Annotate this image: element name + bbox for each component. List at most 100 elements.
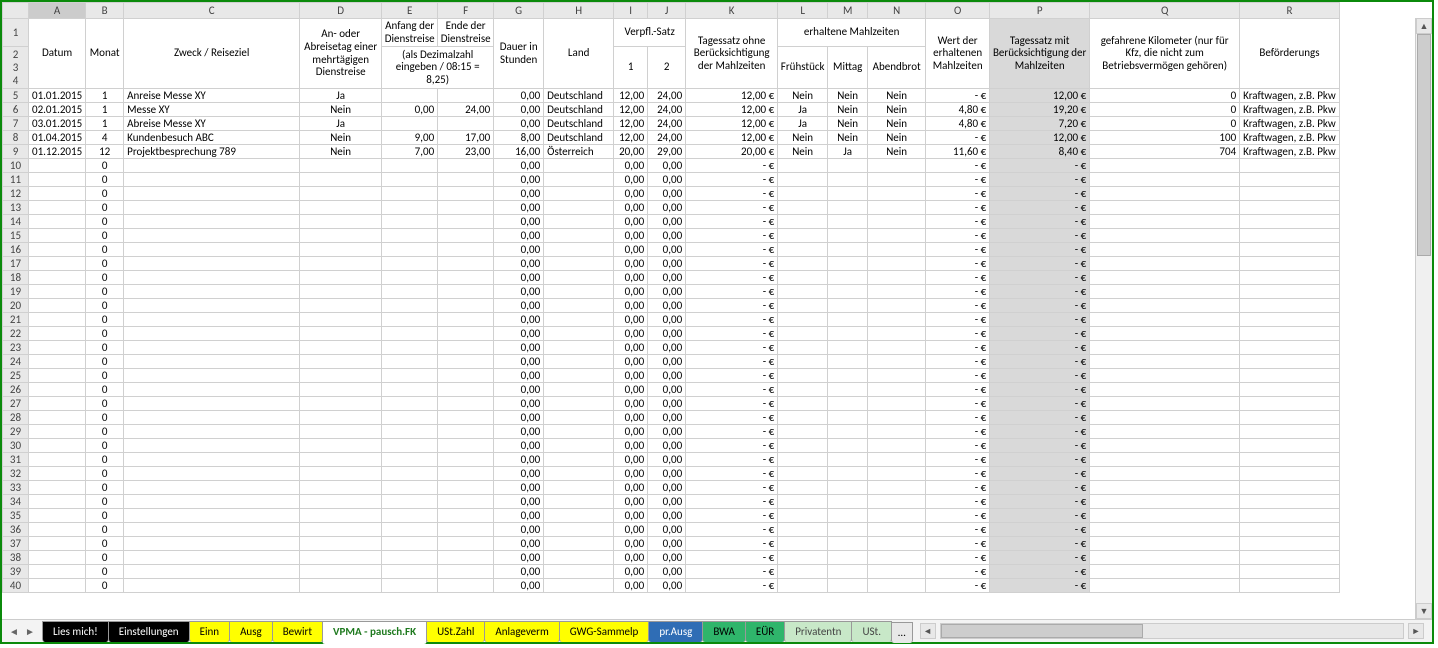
cell[interactable]: 0,00 [494, 117, 544, 131]
cell[interactable] [382, 579, 438, 593]
cell[interactable]: - € [686, 341, 778, 355]
cell[interactable] [1240, 355, 1340, 369]
table-row[interactable]: 901.12.201512Projektbesprechung 789Nein7… [3, 145, 1340, 159]
cell[interactable]: - € [926, 551, 990, 565]
cell[interactable] [124, 481, 300, 495]
cell[interactable]: 0,00 [494, 103, 544, 117]
cell[interactable]: - € [686, 229, 778, 243]
cell[interactable]: - € [686, 369, 778, 383]
cell[interactable] [828, 257, 868, 271]
row-header[interactable]: 6 [3, 103, 29, 117]
cell[interactable]: - € [926, 271, 990, 285]
cell[interactable] [300, 201, 382, 215]
cell[interactable] [382, 89, 438, 103]
cell[interactable]: 12,00 € [686, 117, 778, 131]
cell[interactable]: 7,00 [382, 145, 438, 159]
row-header[interactable]: 24 [3, 355, 29, 369]
cell[interactable]: 20,00 [614, 145, 648, 159]
cell[interactable] [300, 509, 382, 523]
cell[interactable]: - € [926, 453, 990, 467]
cell[interactable] [1090, 299, 1240, 313]
cell[interactable]: 12,00 € [686, 89, 778, 103]
cell[interactable]: Nein [868, 145, 926, 159]
cell[interactable] [544, 439, 614, 453]
cell[interactable] [124, 257, 300, 271]
cell[interactable]: 0 [86, 173, 124, 187]
cell[interactable]: 0,00 [494, 215, 544, 229]
cell[interactable] [438, 215, 494, 229]
cell[interactable]: - € [926, 243, 990, 257]
cell[interactable] [300, 467, 382, 481]
cell[interactable] [1090, 215, 1240, 229]
table-row[interactable]: 1400,000,000,00- €- €- € [3, 215, 1340, 229]
cell[interactable] [544, 369, 614, 383]
cell[interactable]: Nein [778, 145, 828, 159]
cell[interactable] [438, 299, 494, 313]
cell[interactable]: 0,00 [494, 327, 544, 341]
cell[interactable]: - € [990, 453, 1090, 467]
cell[interactable] [124, 523, 300, 537]
cell[interactable] [778, 523, 828, 537]
cell[interactable] [300, 257, 382, 271]
cell[interactable] [544, 313, 614, 327]
cell[interactable] [124, 229, 300, 243]
cell[interactable] [828, 523, 868, 537]
cell[interactable] [1090, 565, 1240, 579]
cell[interactable] [438, 173, 494, 187]
cell[interactable]: 0 [86, 299, 124, 313]
cell[interactable]: 1 [86, 117, 124, 131]
table-row[interactable]: 1500,000,000,00- €- €- € [3, 229, 1340, 243]
cell[interactable]: 0 [86, 243, 124, 257]
cell[interactable] [868, 537, 926, 551]
cell[interactable]: 0,00 [614, 579, 648, 593]
cell[interactable] [438, 327, 494, 341]
sheet-tab[interactable]: Lies mich! [42, 621, 109, 642]
cell[interactable]: Deutschland [544, 103, 614, 117]
cell[interactable] [124, 159, 300, 173]
cell[interactable] [438, 495, 494, 509]
cell[interactable] [1240, 327, 1340, 341]
cell[interactable]: - € [990, 425, 1090, 439]
cell[interactable] [29, 285, 86, 299]
cell[interactable] [382, 481, 438, 495]
cell[interactable] [124, 299, 300, 313]
row-header[interactable]: 10 [3, 159, 29, 173]
cell[interactable] [438, 243, 494, 257]
cell[interactable]: - € [990, 369, 1090, 383]
sheet-tab[interactable]: Einstellungen [108, 621, 190, 642]
row-header[interactable]: 18 [3, 271, 29, 285]
cell[interactable]: 0,00 [494, 495, 544, 509]
row-header[interactable]: 26 [3, 383, 29, 397]
column-header[interactable]: H [544, 3, 614, 19]
column-header[interactable]: J [648, 3, 686, 19]
cell[interactable] [828, 397, 868, 411]
cell[interactable] [1240, 173, 1340, 187]
cell[interactable] [124, 537, 300, 551]
cell[interactable] [1090, 187, 1240, 201]
cell[interactable]: 0,00 [648, 271, 686, 285]
cell[interactable]: - € [686, 383, 778, 397]
cell[interactable] [382, 159, 438, 173]
cell[interactable]: Deutschland [544, 131, 614, 145]
cell[interactable] [1240, 509, 1340, 523]
cell[interactable] [868, 453, 926, 467]
table-row[interactable]: 2800,000,000,00- €- €- € [3, 411, 1340, 425]
cell[interactable] [29, 187, 86, 201]
table-row[interactable]: 501.01.20151Anreise Messe XYJa0,00Deutsc… [3, 89, 1340, 103]
cell[interactable]: 0,00 [648, 229, 686, 243]
cell[interactable]: - € [686, 551, 778, 565]
cell[interactable] [382, 551, 438, 565]
row-header[interactable]: 39 [3, 565, 29, 579]
cell[interactable] [300, 285, 382, 299]
cell[interactable]: 0,00 [494, 229, 544, 243]
cell[interactable] [29, 397, 86, 411]
row-header[interactable]: 25 [3, 369, 29, 383]
cell[interactable]: 0,00 [648, 411, 686, 425]
cell[interactable] [828, 341, 868, 355]
cell[interactable]: 0,00 [614, 229, 648, 243]
cell[interactable] [438, 313, 494, 327]
cell[interactable]: 12,00 € [686, 131, 778, 145]
cell[interactable] [438, 579, 494, 593]
cell[interactable]: 0,00 [494, 579, 544, 593]
cell[interactable] [828, 299, 868, 313]
